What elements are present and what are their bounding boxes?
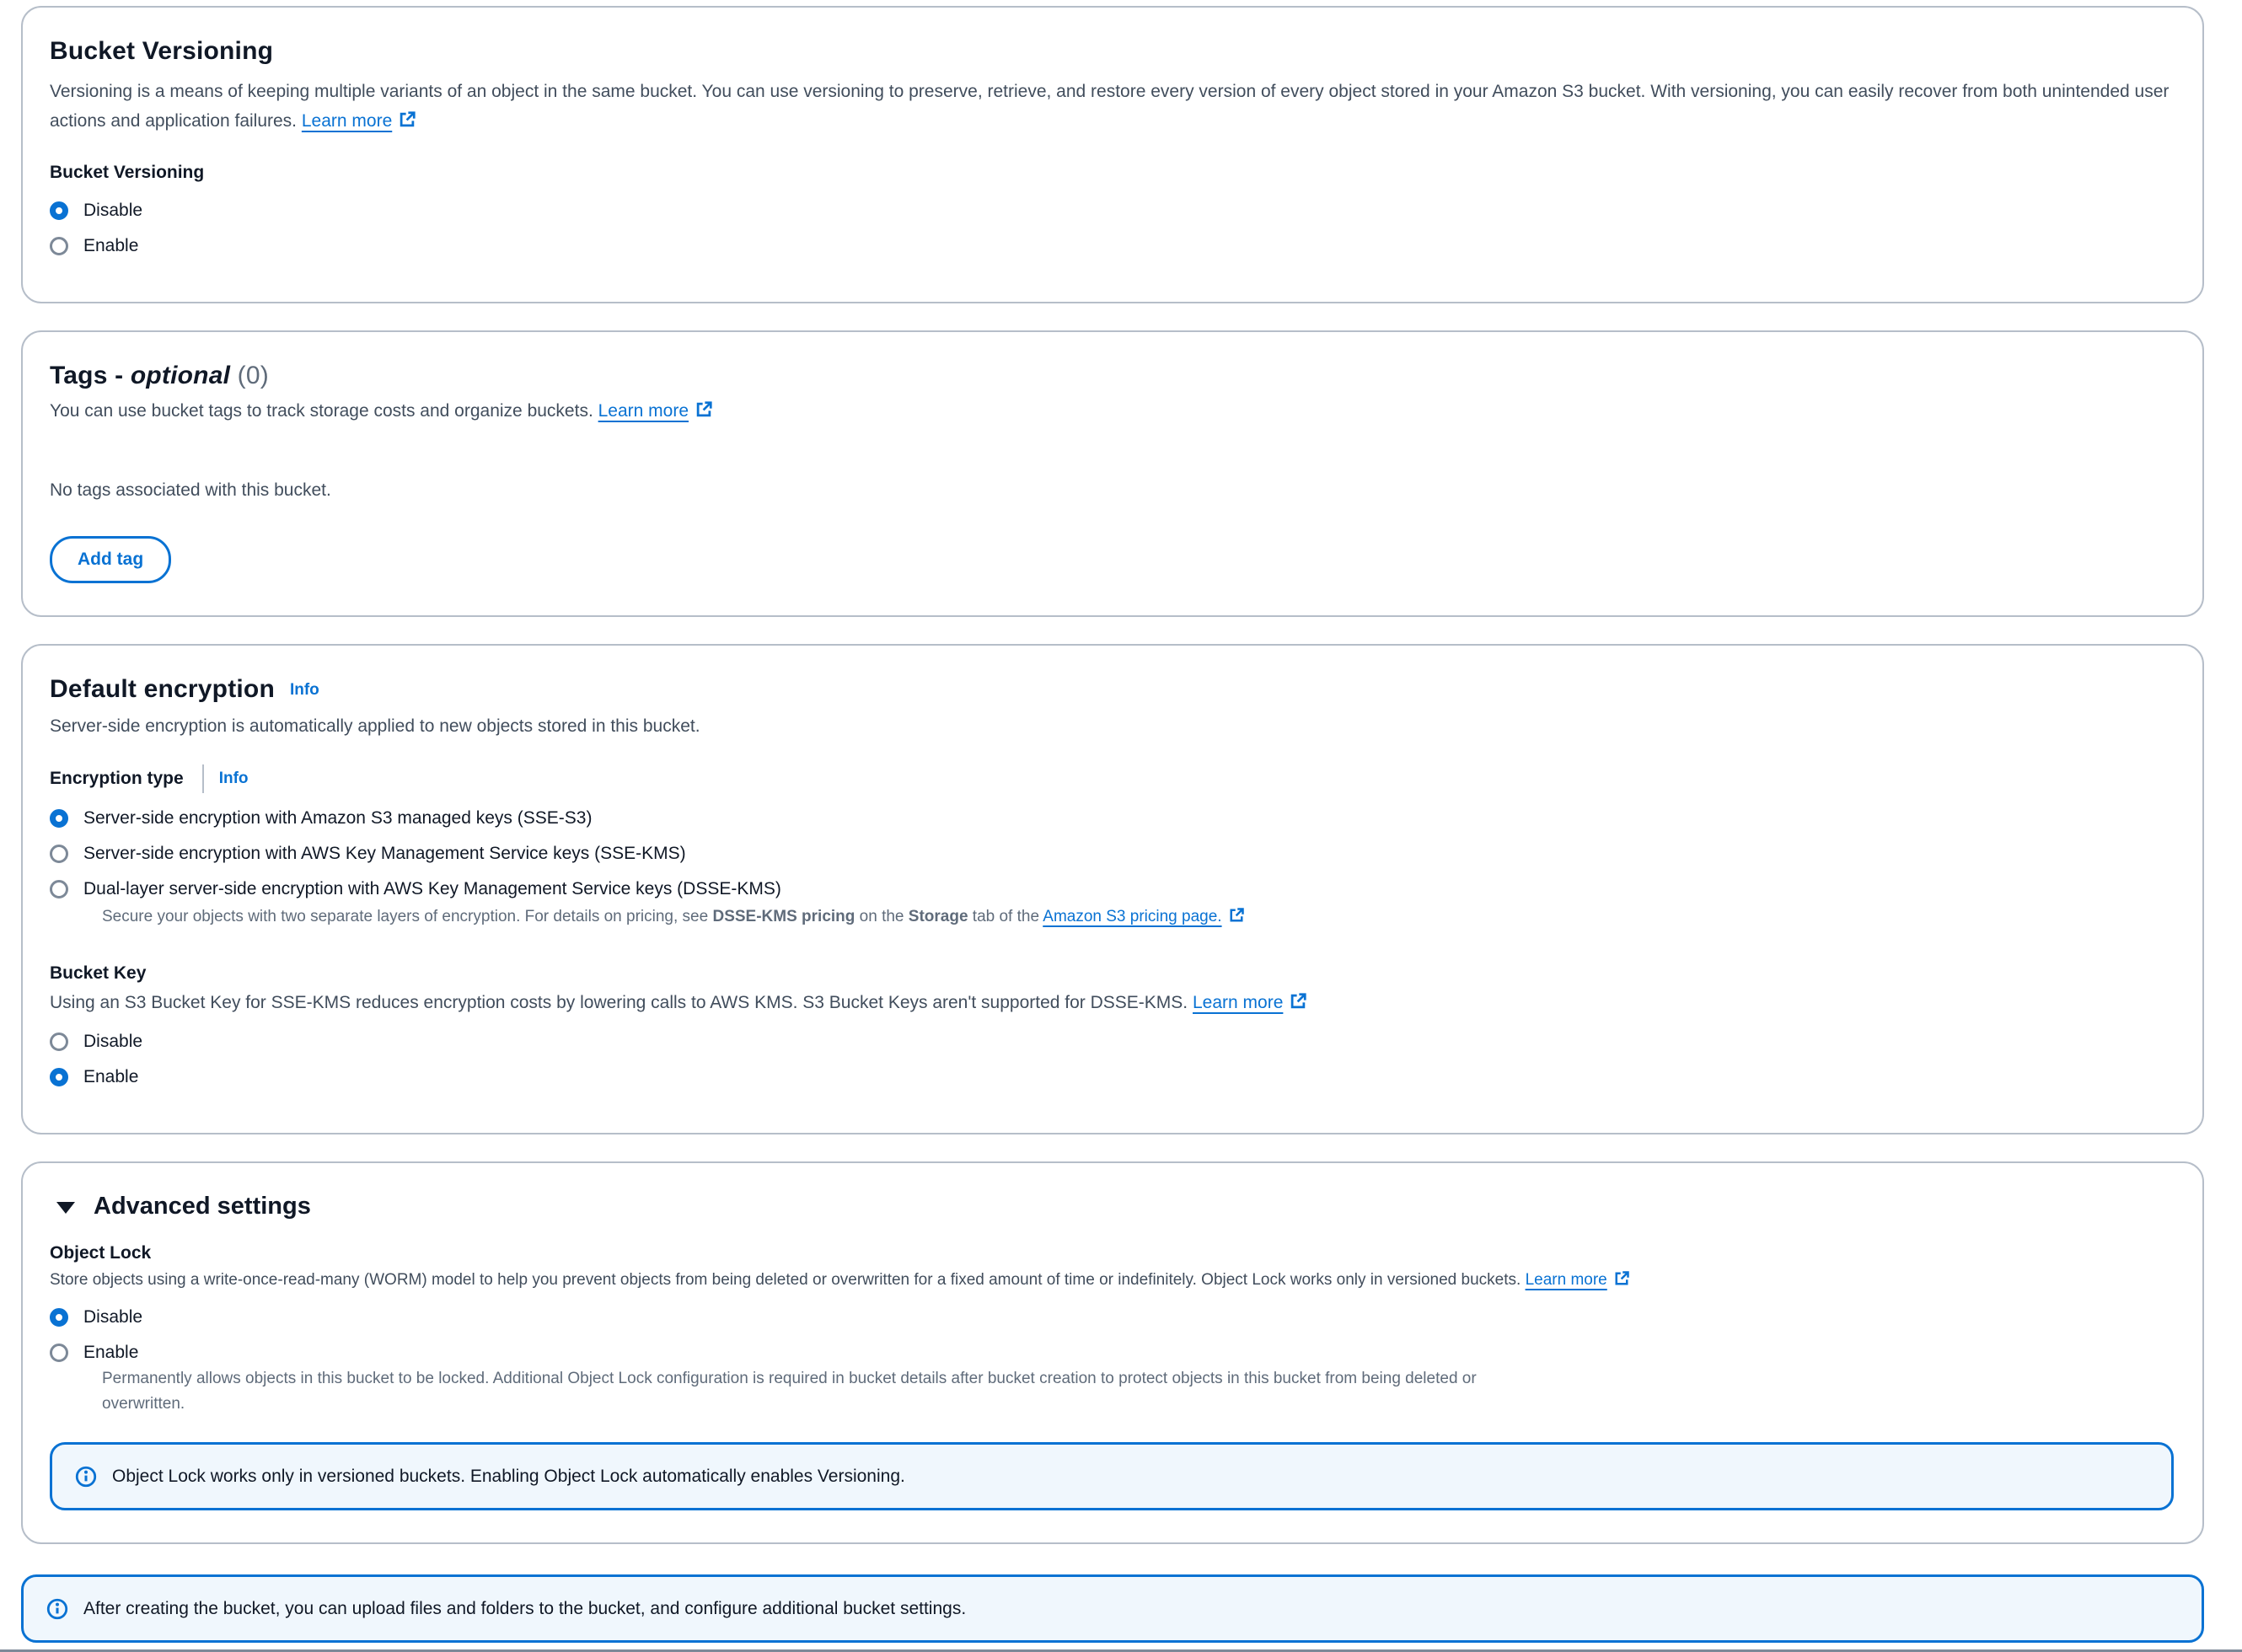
encryption-type-sse-s3-option[interactable]: Server-side encryption with Amazon S3 ma…: [50, 807, 2174, 830]
radio-unchecked-icon[interactable]: [50, 1344, 68, 1362]
bucket-versioning-disable-option[interactable]: Disable: [50, 199, 2174, 223]
bucket-key-description-text: Using an S3 Bucket Key for SSE-KMS reduc…: [50, 993, 1188, 1012]
default-encryption-info-link[interactable]: Info: [290, 681, 319, 699]
object-lock-description: Store objects using a write-once-read-ma…: [50, 1268, 2174, 1295]
bucket-key-learn-more-link[interactable]: Learn more: [1193, 993, 1307, 1012]
advanced-settings-header[interactable]: Advanced settings: [50, 1190, 2174, 1222]
encryption-type-label: Encryption type: [50, 766, 184, 791]
object-lock-label: Object Lock: [50, 1241, 2174, 1266]
radio-checked-icon[interactable]: [50, 201, 68, 220]
external-link-icon: [695, 399, 713, 428]
create-bucket-settings-page: Bucket Versioning Versioning is a means …: [0, 0, 2242, 1652]
bucket-versioning-title: Bucket Versioning: [50, 35, 2174, 68]
object-lock-enable-description: Permanently allows objects in this bucke…: [102, 1366, 1518, 1417]
tags-section: Tags - optional (0) You can use bucket t…: [21, 330, 2204, 617]
radio-unchecked-icon[interactable]: [50, 880, 68, 898]
tags-description: You can use bucket tags to track storage…: [50, 396, 2174, 428]
encryption-type-dsse-kms-option[interactable]: Dual-layer server-side encryption with A…: [50, 877, 2174, 901]
bucket-versioning-description: Versioning is a means of keeping multipl…: [50, 77, 2174, 138]
bucket-key-enable-option[interactable]: Enable: [50, 1065, 2174, 1089]
encryption-type-label-row: Encryption type Info: [50, 764, 2174, 793]
object-lock-enable-option[interactable]: Enable: [50, 1341, 2174, 1365]
s3-pricing-page-link[interactable]: Amazon S3 pricing page.: [1043, 908, 1244, 925]
object-lock-info-alert: Object Lock works only in versioned buck…: [50, 1442, 2174, 1510]
tags-title: Tags - optional (0): [50, 359, 2174, 393]
bucket-versioning-enable-option[interactable]: Enable: [50, 234, 2174, 258]
collapse-caret-icon[interactable]: [56, 1202, 75, 1214]
radio-checked-icon[interactable]: [50, 1308, 68, 1327]
object-lock-alert-text: Object Lock works only in versioned buck…: [112, 1464, 905, 1488]
radio-unchecked-icon[interactable]: [50, 845, 68, 863]
bucket-versioning-field-label: Bucket Versioning: [50, 160, 2174, 185]
radio-unchecked-icon[interactable]: [50, 1032, 68, 1051]
dsse-kms-description: Secure your objects with two separate la…: [102, 904, 2174, 932]
advanced-settings-title: Advanced settings: [94, 1190, 311, 1222]
tags-empty-text: No tags associated with this bucket.: [50, 479, 2174, 502]
bucket-versioning-section: Bucket Versioning Versioning is a means …: [21, 6, 2204, 303]
bucket-versioning-learn-more-link[interactable]: Learn more: [302, 111, 416, 131]
external-link-icon: [1228, 907, 1245, 932]
bucket-key-description: Using an S3 Bucket Key for SSE-KMS reduc…: [50, 988, 2174, 1020]
info-icon: [46, 1597, 69, 1621]
default-encryption-description: Server-side encryption is automatically …: [50, 711, 2174, 741]
encryption-type-radio-group: Server-side encryption with Amazon S3 ma…: [50, 807, 2174, 932]
storage-tab-bold: Storage: [909, 908, 968, 925]
default-encryption-heading: Default encryption Info: [50, 673, 2174, 706]
footer-info-alert: After creating the bucket, you can uploa…: [21, 1574, 2204, 1643]
bucket-key-disable-option[interactable]: Disable: [50, 1030, 2174, 1054]
encryption-type-info-link[interactable]: Info: [219, 770, 249, 788]
object-lock-description-text: Store objects using a write-once-read-ma…: [50, 1271, 1521, 1289]
radio-checked-icon[interactable]: [50, 809, 68, 828]
object-lock-radio-group: Disable Enable Permanently allows object…: [50, 1306, 2174, 1417]
tags-title-optional: optional: [131, 362, 230, 389]
tags-description-text: You can use bucket tags to track storage…: [50, 401, 593, 421]
bucket-versioning-radio-group: Disable Enable: [50, 199, 2174, 258]
object-lock-learn-more-link[interactable]: Learn more: [1526, 1271, 1630, 1289]
advanced-settings-section: Advanced settings Object Lock Store obje…: [21, 1161, 2204, 1544]
bucket-key-label: Bucket Key: [50, 961, 2174, 986]
default-encryption-section: Default encryption Info Server-side encry…: [21, 644, 2204, 1134]
footer-alert-text: After creating the bucket, you can uploa…: [83, 1596, 966, 1621]
add-tag-button[interactable]: Add tag: [50, 536, 171, 583]
default-encryption-title: Default encryption: [50, 675, 275, 703]
dsse-pricing-bold: DSSE-KMS pricing: [712, 908, 855, 925]
tags-counter: (0): [238, 362, 269, 389]
radio-unchecked-icon[interactable]: [50, 237, 68, 255]
object-lock-disable-option[interactable]: Disable: [50, 1306, 2174, 1329]
external-link-icon: [1613, 1270, 1630, 1295]
info-icon: [74, 1465, 98, 1488]
external-link-icon: [398, 109, 416, 138]
external-link-icon: [1289, 990, 1307, 1020]
tags-learn-more-link[interactable]: Learn more: [598, 401, 713, 421]
bucket-key-radio-group: Disable Enable: [50, 1030, 2174, 1089]
radio-checked-icon[interactable]: [50, 1068, 68, 1086]
encryption-type-sse-kms-option[interactable]: Server-side encryption with AWS Key Mana…: [50, 842, 2174, 866]
label-divider: [202, 764, 204, 793]
